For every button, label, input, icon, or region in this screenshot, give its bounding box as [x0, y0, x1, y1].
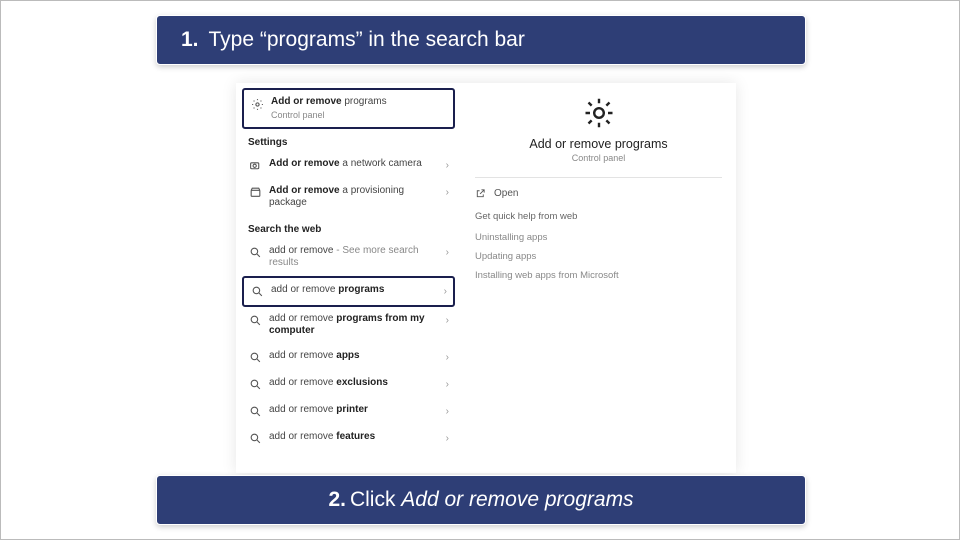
open-button[interactable]: Open [475, 188, 722, 199]
chevron-right-icon: › [446, 352, 449, 363]
result-add-remove-programs[interactable]: Add or remove programs Control panel [242, 88, 455, 129]
quick-help-label: Get quick help from web [475, 211, 722, 222]
instruction-step-2: 2.Click Add or remove programs [156, 475, 806, 525]
help-link-installing[interactable]: Installing web apps from Microsoft [475, 270, 722, 281]
search-icon [248, 314, 262, 328]
chevron-right-icon: › [446, 379, 449, 390]
help-link-uninstalling[interactable]: Uninstalling apps [475, 232, 722, 243]
result-web-0[interactable]: add or remove - See more search results … [242, 239, 455, 276]
result-web-3[interactable]: add or remove apps › [242, 344, 455, 371]
chevron-right-icon: › [446, 187, 449, 198]
result-web-programs[interactable]: add or remove programs › [242, 276, 455, 307]
search-icon [248, 246, 262, 260]
chevron-right-icon: › [446, 247, 449, 258]
result-web-2[interactable]: add or remove programs from my computer … [242, 307, 455, 344]
chevron-right-icon: › [446, 406, 449, 417]
result-web-5[interactable]: add or remove printer › [242, 398, 455, 425]
open-external-icon [475, 188, 486, 199]
chevron-right-icon: › [444, 286, 447, 297]
detail-title: Add or remove programs [475, 137, 722, 151]
web-section-label: Search the web [242, 216, 455, 239]
divider [475, 177, 722, 178]
search-results-window: Add or remove programs Control panel Set… [236, 83, 736, 473]
search-icon [248, 351, 262, 365]
package-icon [248, 186, 262, 200]
step-number: 1. [181, 28, 199, 51]
step-number: 2. [328, 488, 346, 511]
result-provisioning-package[interactable]: Add or remove a provisioning package › [242, 179, 455, 216]
search-results-list: Add or remove programs Control panel Set… [236, 83, 461, 473]
step-text-prefix: Click [350, 488, 401, 511]
instruction-step-1: 1. Type “programs” in the search bar [156, 15, 806, 65]
camera-icon [248, 159, 262, 173]
settings-section-label: Settings [242, 129, 455, 152]
result-web-4[interactable]: add or remove exclusions › [242, 371, 455, 398]
step-text: Type “programs” in the search bar [209, 28, 525, 51]
result-web-6[interactable]: add or remove features › [242, 425, 455, 452]
result-network-camera[interactable]: Add or remove a network camera › [242, 152, 455, 179]
help-link-updating[interactable]: Updating apps [475, 251, 722, 262]
chevron-right-icon: › [446, 160, 449, 171]
search-icon [250, 285, 264, 299]
result-subtitle: Control panel [271, 110, 447, 121]
search-icon [248, 405, 262, 419]
gear-icon [581, 95, 617, 131]
chevron-right-icon: › [446, 315, 449, 326]
result-detail-pane: Add or remove programs Control panel Ope… [461, 83, 736, 473]
chevron-right-icon: › [446, 433, 449, 444]
search-icon [248, 378, 262, 392]
detail-subtitle: Control panel [475, 153, 722, 163]
gear-icon [250, 97, 264, 111]
search-icon [248, 432, 262, 446]
step-text-action: Add or remove programs [401, 488, 633, 511]
